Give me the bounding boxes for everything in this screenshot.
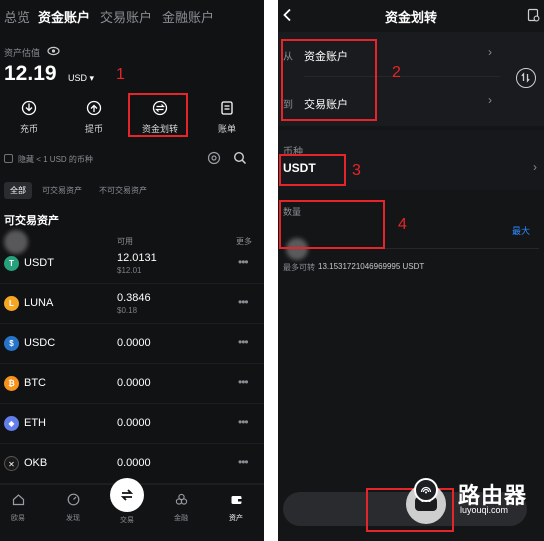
coin-amount: 0.0000: [117, 377, 151, 389]
from-chevron-icon[interactable]: ›: [488, 45, 492, 59]
swap-vertical-icon: [521, 72, 530, 83]
swap-icon: [120, 489, 134, 501]
coin-name: LUNA: [24, 297, 54, 309]
coin-name: USDT: [24, 257, 54, 269]
more-icon[interactable]: •••: [238, 455, 249, 469]
watermark-logo-icon: [414, 478, 438, 502]
watermark-en: luyouqi.com: [460, 505, 509, 515]
balance-value: 12.19: [4, 62, 57, 85]
coin-row-eth[interactable]: ◆ ETH 0.0000 •••: [0, 404, 264, 444]
highlight-box-3: [279, 154, 346, 186]
tab-overview[interactable]: 总览: [4, 7, 30, 26]
filter-all[interactable]: 全部: [4, 182, 32, 199]
coin-amount: 0.0000: [117, 337, 151, 349]
deposit-label[interactable]: 充币: [4, 122, 54, 135]
assets-label: 资产估值: [4, 48, 41, 58]
more-icon[interactable]: •••: [238, 335, 249, 349]
transfer-screen: 资金划转 从 资金账户 › 到 交易账户 › 2 币种 USDT › 3 数量 …: [278, 0, 544, 541]
more-icon[interactable]: •••: [238, 415, 249, 429]
balance-currency[interactable]: USD ▾: [68, 73, 94, 84]
coin-usd-value: $12.01: [117, 266, 142, 275]
tab-funding-account[interactable]: 资金账户: [38, 7, 90, 26]
router-icon: [420, 486, 432, 494]
bill-icon[interactable]: [219, 100, 235, 116]
currency-chevron-icon[interactable]: ›: [533, 160, 537, 174]
btc-icon: ₿: [4, 376, 19, 391]
eye-icon[interactable]: [47, 46, 60, 56]
coin-row-usdc[interactable]: $ USDC 0.0000 •••: [0, 324, 264, 364]
coin-row-usdt[interactable]: T USDT 12.0131 $12.01 •••: [0, 244, 264, 284]
wallet-icon: [231, 496, 241, 504]
deposit-icon[interactable]: [21, 100, 37, 116]
settings-icon[interactable]: [207, 151, 221, 165]
nav-finance[interactable]: 金融: [163, 493, 199, 523]
highlight-box-2: [281, 39, 377, 121]
coin-amount: 0.0000: [117, 417, 151, 429]
hide-small-checkbox[interactable]: [4, 154, 13, 163]
withdraw-label[interactable]: 提币: [69, 122, 119, 135]
discover-icon: [67, 493, 79, 506]
max-transfer-value: 13.1531721046969995 USDT: [318, 262, 425, 271]
filter-non-tradable[interactable]: 不可交易资产: [93, 182, 153, 199]
trade-button[interactable]: [110, 478, 144, 512]
bill-label[interactable]: 账单: [202, 122, 252, 135]
max-button[interactable]: 最大: [512, 224, 530, 237]
section-title: 可交易资产: [4, 215, 59, 227]
search-icon[interactable]: [233, 151, 247, 165]
coin-amount: 0.0000: [117, 457, 151, 469]
nav-home[interactable]: 欧易: [0, 493, 36, 523]
filter-tradable[interactable]: 可交易资产: [36, 182, 88, 199]
eth-icon: ◆: [4, 416, 19, 431]
more-icon[interactable]: •••: [238, 255, 249, 269]
nav-trade-label[interactable]: 交易: [109, 515, 145, 525]
annotation-3: 3: [352, 162, 361, 179]
page-title: 资金划转: [384, 10, 437, 25]
highlight-box-4: [279, 200, 385, 249]
home-icon: [12, 494, 24, 506]
okb-icon: ✕: [4, 456, 19, 471]
coin-amount: 12.0131: [117, 252, 157, 264]
annotation-2: 2: [392, 64, 401, 81]
nav-label: 金融: [174, 515, 188, 522]
usdt-icon: T: [4, 256, 19, 271]
coin-name: ETH: [24, 417, 46, 429]
coin-name: BTC: [24, 377, 46, 389]
withdraw-icon[interactable]: [86, 100, 102, 116]
finance-icon: [175, 493, 187, 505]
tab-trading-account[interactable]: 交易账户: [100, 7, 152, 26]
usdc-icon: $: [4, 336, 19, 351]
swap-direction-button[interactable]: [516, 68, 536, 88]
highlight-box-1: [128, 93, 188, 137]
to-chevron-icon[interactable]: ›: [488, 93, 492, 107]
coin-amount: 0.3846: [117, 292, 151, 304]
coin-row-luna[interactable]: L LUNA 0.3846 $0.18 •••: [0, 284, 264, 324]
nav-label: 资产: [229, 515, 243, 522]
coin-name: OKB: [24, 457, 48, 469]
luna-icon: L: [4, 296, 19, 311]
tab-finance-account[interactable]: 金融账户: [162, 7, 214, 26]
annotation-1: 1: [116, 66, 125, 83]
nav-discover[interactable]: 发现: [55, 493, 91, 523]
funding-account-screen: 总览 资金账户 交易账户 金融账户 资产估值 12.19 USD ▾ 1 充币 …: [0, 0, 264, 541]
record-icon[interactable]: [527, 8, 540, 22]
hide-small-label: 隐藏 < 1 USD 的币种: [18, 155, 93, 164]
annotation-4: 4: [398, 216, 407, 233]
coin-row-btc[interactable]: ₿ BTC 0.0000 •••: [0, 364, 264, 404]
coin-name: USDC: [24, 337, 56, 349]
nav-label: 欧易: [11, 515, 25, 522]
more-icon[interactable]: •••: [238, 375, 249, 389]
nav-assets[interactable]: 资产: [218, 493, 254, 523]
max-transfer-label: 最多可转: [283, 263, 315, 272]
coin-usd-value: $0.18: [117, 306, 138, 315]
more-icon[interactable]: •••: [238, 295, 249, 309]
nav-label: 发现: [66, 515, 80, 522]
